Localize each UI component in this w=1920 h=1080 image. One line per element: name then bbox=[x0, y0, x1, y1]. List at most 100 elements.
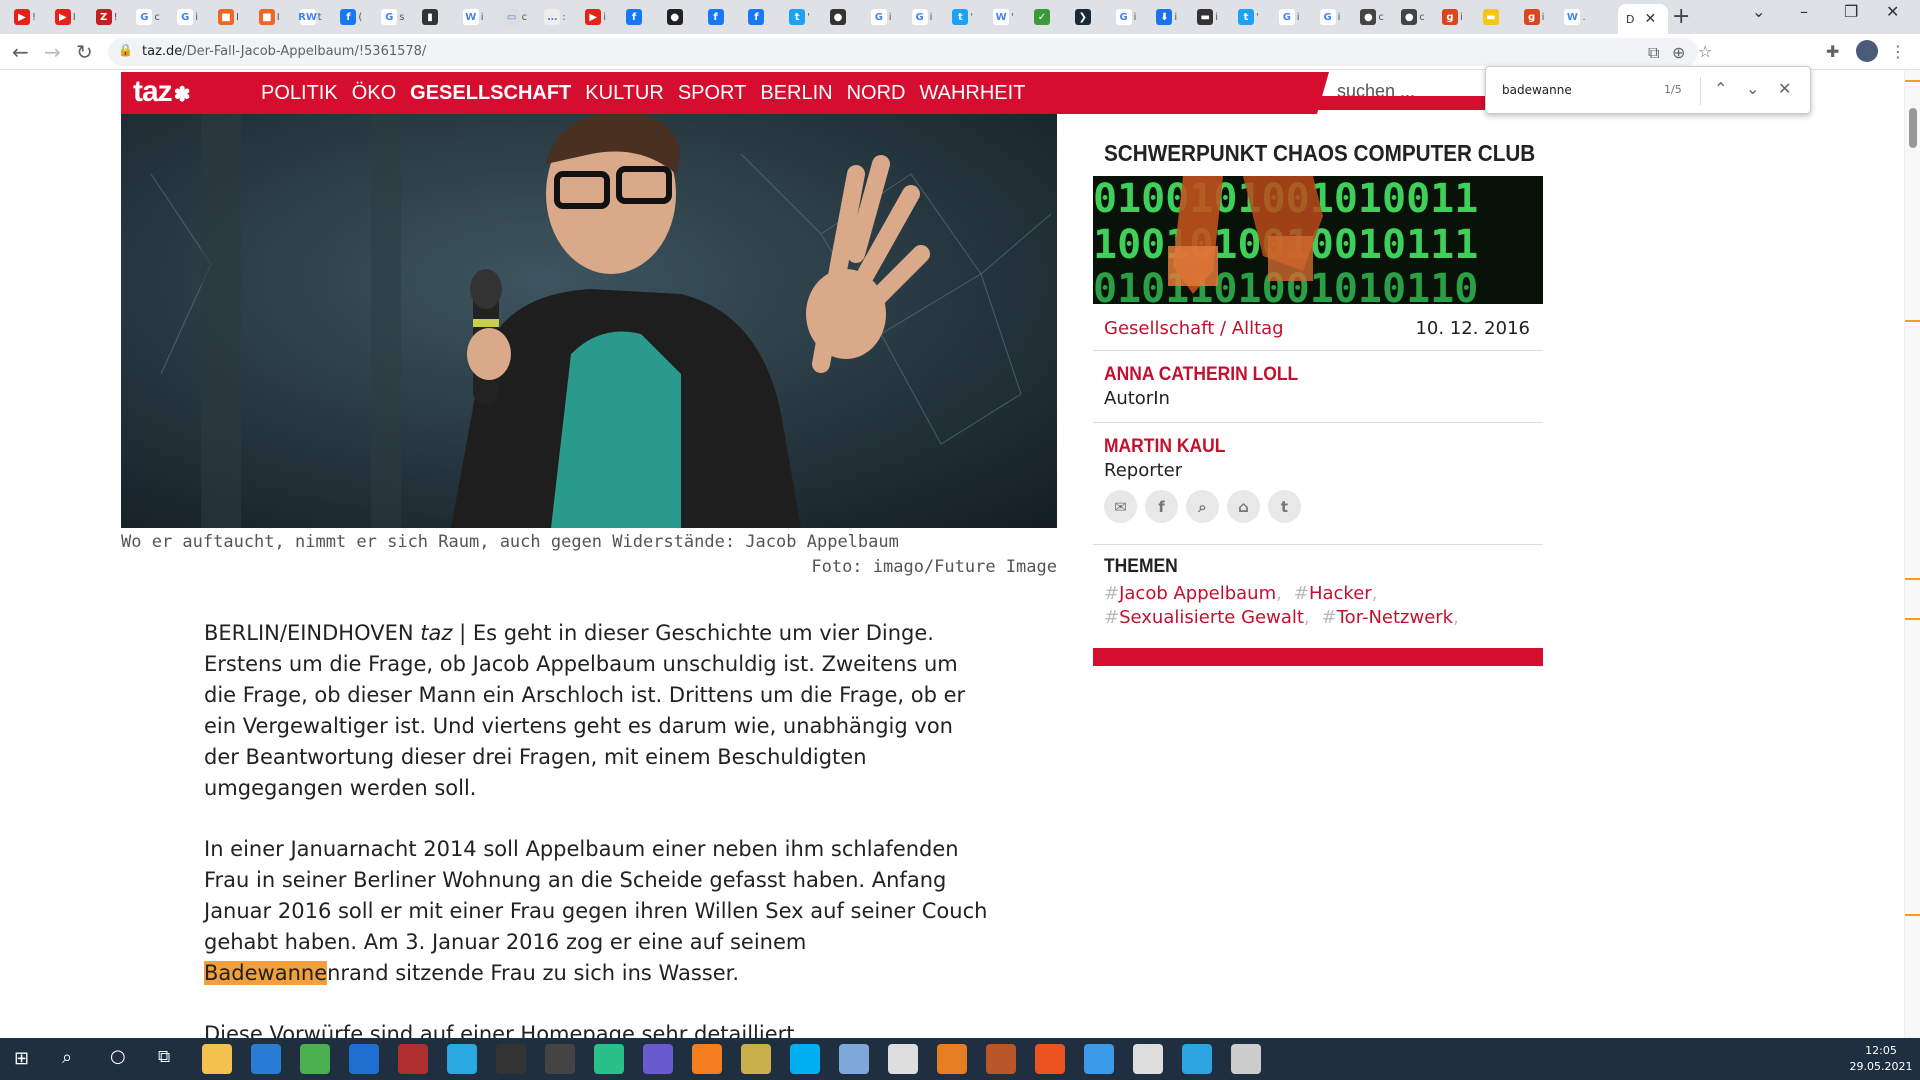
author-2-name[interactable]: MARTIN KAUL bbox=[1104, 436, 1225, 458]
browser-tab[interactable]: Gi bbox=[1110, 6, 1143, 28]
browser-tab[interactable]: ▮ bbox=[416, 6, 449, 28]
maximize-button[interactable]: ❐ bbox=[1844, 2, 1858, 21]
notepad-icon[interactable] bbox=[888, 1044, 918, 1074]
tag-link[interactable]: Tor-Netzwerk bbox=[1337, 607, 1453, 628]
tools-icon[interactable] bbox=[986, 1044, 1016, 1074]
browser-tab[interactable]: t ' bbox=[783, 6, 816, 28]
browser-tab[interactable]: Gi bbox=[1273, 6, 1306, 28]
nav-item-kultur[interactable]: KULTUR bbox=[585, 82, 664, 105]
lock-icon[interactable]: 🔒 bbox=[118, 43, 133, 57]
sidebar-title[interactable]: SCHWERPUNKT CHAOS COMPUTER CLUB bbox=[1104, 140, 1535, 167]
browser-tab[interactable]: gi bbox=[1518, 6, 1551, 28]
browser-tab[interactable]: ▶ i bbox=[579, 6, 612, 28]
facebook-icon[interactable]: f bbox=[1145, 490, 1178, 523]
taz-logo[interactable]: taz ✽ bbox=[133, 75, 190, 109]
search-icon[interactable]: ⌕ bbox=[1186, 490, 1219, 523]
address-bar[interactable]: 🔒 taz.de/Der-Fall-Jacob-Appelbaum/!53615… bbox=[108, 38, 1712, 66]
windows-start-icon[interactable]: ⊞ bbox=[14, 1048, 29, 1069]
browser-tab[interactable]: RW t bbox=[294, 6, 327, 28]
twitter-icon[interactable]: t bbox=[1268, 490, 1301, 523]
obs-icon[interactable] bbox=[496, 1044, 526, 1074]
browser-tab[interactable]: ● c bbox=[1395, 6, 1428, 28]
tab-search-icon[interactable]: ⌄ bbox=[1752, 2, 1765, 21]
browser-tab[interactable]: f( bbox=[334, 6, 367, 28]
ccc-teaser-image[interactable]: 0100101001010011 1001010010010111 010110… bbox=[1093, 176, 1543, 304]
minimize-button[interactable]: – bbox=[1800, 2, 1808, 21]
extensions-icon[interactable]: ✚ bbox=[1826, 42, 1839, 61]
browser-tab[interactable]: ▶! bbox=[8, 6, 41, 28]
bookmark-star-icon[interactable]: ☆ bbox=[1698, 42, 1712, 61]
browser-tab[interactable]: ■ I bbox=[212, 6, 245, 28]
browser-tab[interactable]: f bbox=[742, 6, 775, 28]
find-in-page-icon[interactable]: ⧉ bbox=[1648, 43, 1659, 63]
visual-studio-icon[interactable] bbox=[643, 1044, 673, 1074]
mixer-icon[interactable] bbox=[594, 1044, 624, 1074]
menu-icon[interactable]: ⋮ bbox=[1890, 42, 1906, 61]
scrollbar-thumb[interactable] bbox=[1909, 108, 1917, 148]
browser-tab[interactable]: ■ I bbox=[253, 6, 286, 28]
browser-tab[interactable]: ▬ bbox=[1477, 6, 1510, 28]
nav-item-sport[interactable]: SPORT bbox=[678, 82, 747, 105]
tag-link[interactable]: Sexualisierte Gewalt bbox=[1119, 607, 1304, 628]
close-tab-icon[interactable]: ✕ bbox=[1644, 11, 1656, 27]
browser-tab[interactable]: Gs bbox=[375, 6, 408, 28]
browser-tab[interactable]: ✓ bbox=[1028, 6, 1061, 28]
cube-icon[interactable] bbox=[839, 1044, 869, 1074]
page-scrollbar[interactable] bbox=[1904, 70, 1920, 1038]
back-button[interactable]: ← bbox=[12, 40, 29, 64]
pen-icon[interactable] bbox=[741, 1044, 771, 1074]
active-tab[interactable]: D ✕ bbox=[1618, 4, 1668, 34]
nav-item-nord[interactable]: NORD bbox=[847, 82, 906, 105]
file-explorer-icon[interactable] bbox=[202, 1044, 232, 1074]
nav-item-politik[interactable]: POLITIK bbox=[261, 82, 338, 105]
chrome-icon[interactable] bbox=[300, 1044, 330, 1074]
browser-tab[interactable]: ● bbox=[661, 6, 694, 28]
system-clock[interactable]: 12:05 29.05.2021 bbox=[1848, 1043, 1914, 1075]
browser-tab[interactable]: ▬ i bbox=[1191, 6, 1224, 28]
find-input[interactable]: badewanne bbox=[1502, 83, 1572, 97]
browser-tab[interactable]: ● bbox=[824, 6, 857, 28]
zoom-icon[interactable]: ⊕ bbox=[1672, 43, 1685, 62]
audio-icon[interactable] bbox=[937, 1044, 967, 1074]
tag-link[interactable]: Hacker bbox=[1309, 583, 1372, 604]
rubric-link[interactable]: Gesellschaft / Alltag bbox=[1104, 318, 1284, 339]
window-icon[interactable] bbox=[1231, 1044, 1261, 1074]
browser-tab[interactable]: Gi bbox=[171, 6, 204, 28]
messenger-icon[interactable] bbox=[1084, 1044, 1114, 1074]
home-icon[interactable]: ⌂ bbox=[1227, 490, 1260, 523]
browser-tab[interactable]: ▶ I bbox=[49, 6, 82, 28]
browser-tab[interactable]: ⬇ i bbox=[1150, 6, 1183, 28]
browser-tab[interactable]: Gi bbox=[906, 6, 939, 28]
email-icon[interactable]: ✉ bbox=[1104, 490, 1137, 523]
browser-tab[interactable]: gi bbox=[1436, 6, 1469, 28]
store-icon[interactable] bbox=[251, 1044, 281, 1074]
browser-tab[interactable]: …: bbox=[538, 6, 571, 28]
browser-tab[interactable]: Gi bbox=[865, 6, 898, 28]
skype-icon[interactable] bbox=[790, 1044, 820, 1074]
reload-button[interactable]: ↻ bbox=[76, 40, 93, 64]
nav-item-gesellschaft[interactable]: GESELLSCHAFT bbox=[410, 82, 571, 105]
author-1-name[interactable]: ANNA CATHERIN LOLL bbox=[1104, 364, 1298, 386]
browser-tab[interactable]: f bbox=[702, 6, 735, 28]
thunderbird-icon[interactable] bbox=[349, 1044, 379, 1074]
live-icon[interactable] bbox=[545, 1044, 575, 1074]
nav-item-wahrheit[interactable]: WAHRHEIT bbox=[920, 82, 1026, 105]
notes-icon[interactable] bbox=[1133, 1044, 1163, 1074]
forward-button[interactable]: → bbox=[44, 40, 61, 64]
firefox-icon[interactable] bbox=[692, 1044, 722, 1074]
task-view-icon[interactable]: ⧉ bbox=[158, 1047, 170, 1067]
find-previous-icon[interactable]: ⌃ bbox=[1714, 79, 1727, 98]
ubuntu-icon[interactable] bbox=[1035, 1044, 1065, 1074]
browser-tab[interactable]: Wi bbox=[457, 6, 490, 28]
new-tab-button[interactable]: + bbox=[1672, 4, 1690, 29]
profile-avatar[interactable] bbox=[1856, 40, 1878, 62]
browser-tab[interactable]: t ' bbox=[946, 6, 979, 28]
close-window-button[interactable]: ✕ bbox=[1886, 2, 1899, 21]
browser-tab[interactable]: ● c bbox=[1354, 6, 1387, 28]
browser-tab[interactable]: ▭ c bbox=[498, 6, 531, 28]
find-close-icon[interactable]: ✕ bbox=[1778, 79, 1791, 98]
browser-tab[interactable]: Gc bbox=[130, 6, 163, 28]
browser-tab[interactable]: Z! bbox=[90, 6, 123, 28]
browser-tab[interactable]: W ' bbox=[987, 6, 1020, 28]
find-next-icon[interactable]: ⌄ bbox=[1746, 79, 1759, 98]
